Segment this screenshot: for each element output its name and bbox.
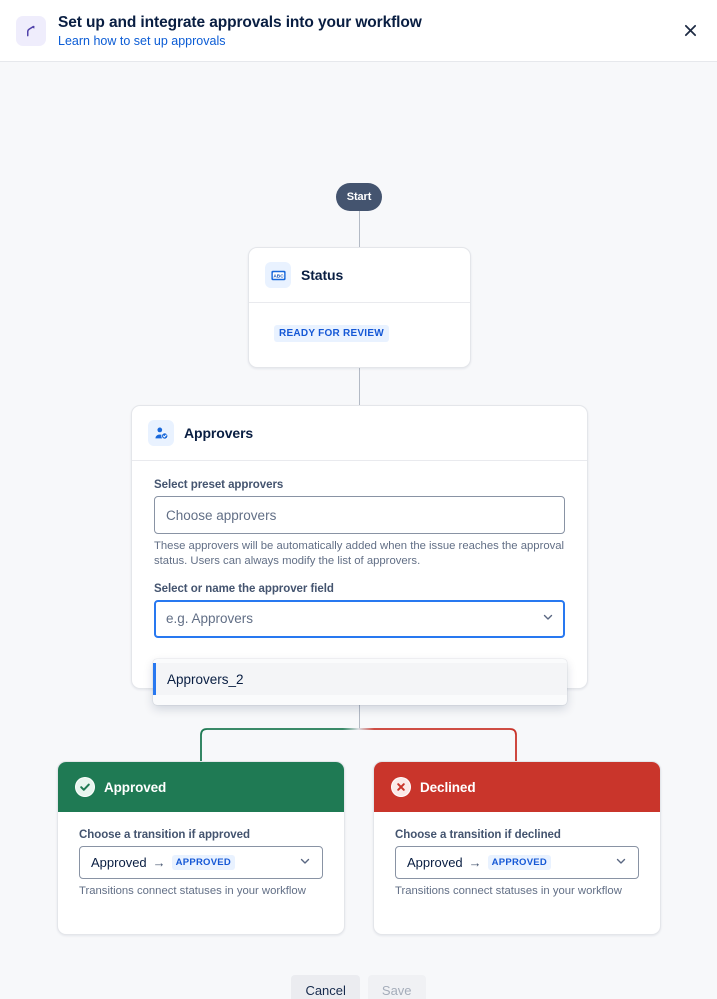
status-card: ABC Status READY FOR REVIEW — [248, 247, 471, 368]
dialog-header: Set up and integrate approvals into your… — [0, 0, 717, 62]
approved-card: Approved Choose a transition if approved… — [57, 761, 345, 935]
header-text-group: Set up and integrate approvals into your… — [58, 14, 422, 48]
approver-field-dropdown: Approvers_2 — [153, 659, 567, 705]
preset-approvers-input[interactable] — [154, 496, 565, 534]
workflow-canvas: Start ABC Status READY FOR REVIEW Approv… — [0, 62, 717, 999]
approved-transition-from: Approved — [91, 855, 147, 870]
approver-field-help — [154, 643, 565, 658]
dropdown-option-approvers-2[interactable]: Approvers_2 — [153, 663, 567, 695]
status-card-header: ABC Status — [249, 248, 470, 302]
workflow-branch-icon — [16, 15, 46, 46]
cancel-button[interactable]: Cancel — [291, 975, 360, 999]
status-badge: READY FOR REVIEW — [274, 325, 389, 342]
preset-approvers-help: These approvers will be automatically ad… — [154, 540, 565, 568]
arrow-right-icon: → — [152, 855, 166, 870]
check-circle-icon — [75, 777, 95, 797]
chevron-down-icon — [615, 854, 627, 872]
learn-more-link[interactable]: Learn how to set up approvals — [58, 34, 422, 48]
approved-card-title: Approved — [104, 779, 167, 795]
chevron-down-icon — [299, 854, 311, 872]
approvers-card-header: Approvers — [132, 406, 587, 460]
start-node: Start — [336, 183, 382, 211]
declined-transition-help: Transitions connect statuses in your wor… — [395, 885, 622, 897]
approved-transition-label: Choose a transition if approved — [79, 829, 250, 841]
declined-transition-from: Approved — [407, 855, 463, 870]
declined-transition-to-badge: APPROVED — [487, 855, 551, 870]
preset-approvers-label: Select preset approvers — [154, 479, 284, 491]
arrow-right-icon: → — [468, 855, 482, 870]
declined-card-header: Declined — [374, 762, 660, 812]
svg-text:ABC: ABC — [273, 273, 284, 279]
status-card-body: READY FOR REVIEW — [249, 303, 470, 362]
approvers-card-title: Approvers — [184, 425, 254, 441]
approver-field-select-wrap — [154, 599, 565, 638]
declined-card: Declined Choose a transition if declined… — [373, 761, 661, 935]
approver-field-label: Select or name the approver field — [154, 582, 334, 595]
declined-transition-select[interactable]: Approved → APPROVED — [395, 846, 639, 879]
approver-person-check-icon — [148, 420, 174, 446]
status-card-title: Status — [301, 267, 344, 283]
cross-circle-icon — [391, 777, 411, 797]
approvers-card-body: Select preset approvers These approvers … — [132, 461, 587, 666]
approved-transition-select[interactable]: Approved → APPROVED — [79, 846, 323, 879]
page-title: Set up and integrate approvals into your… — [58, 13, 422, 31]
approver-field-input[interactable] — [154, 599, 565, 638]
abc-text-field-icon: ABC — [265, 262, 291, 288]
dialog-footer: Cancel Save — [0, 975, 717, 999]
declined-transition-label: Choose a transition if declined — [395, 829, 561, 841]
approved-transition-help: Transitions connect statuses in your wor… — [79, 885, 306, 897]
declined-card-title: Declined — [420, 779, 476, 795]
approved-card-body: Choose a transition if approved Approved… — [58, 812, 344, 899]
approved-transition-to-badge: APPROVED — [171, 855, 235, 870]
approvers-card: Approvers Select preset approvers These … — [131, 405, 588, 689]
approved-card-header: Approved — [58, 762, 344, 812]
close-icon[interactable] — [677, 18, 703, 44]
declined-card-body: Choose a transition if declined Approved… — [374, 812, 660, 899]
save-button[interactable]: Save — [367, 975, 426, 999]
